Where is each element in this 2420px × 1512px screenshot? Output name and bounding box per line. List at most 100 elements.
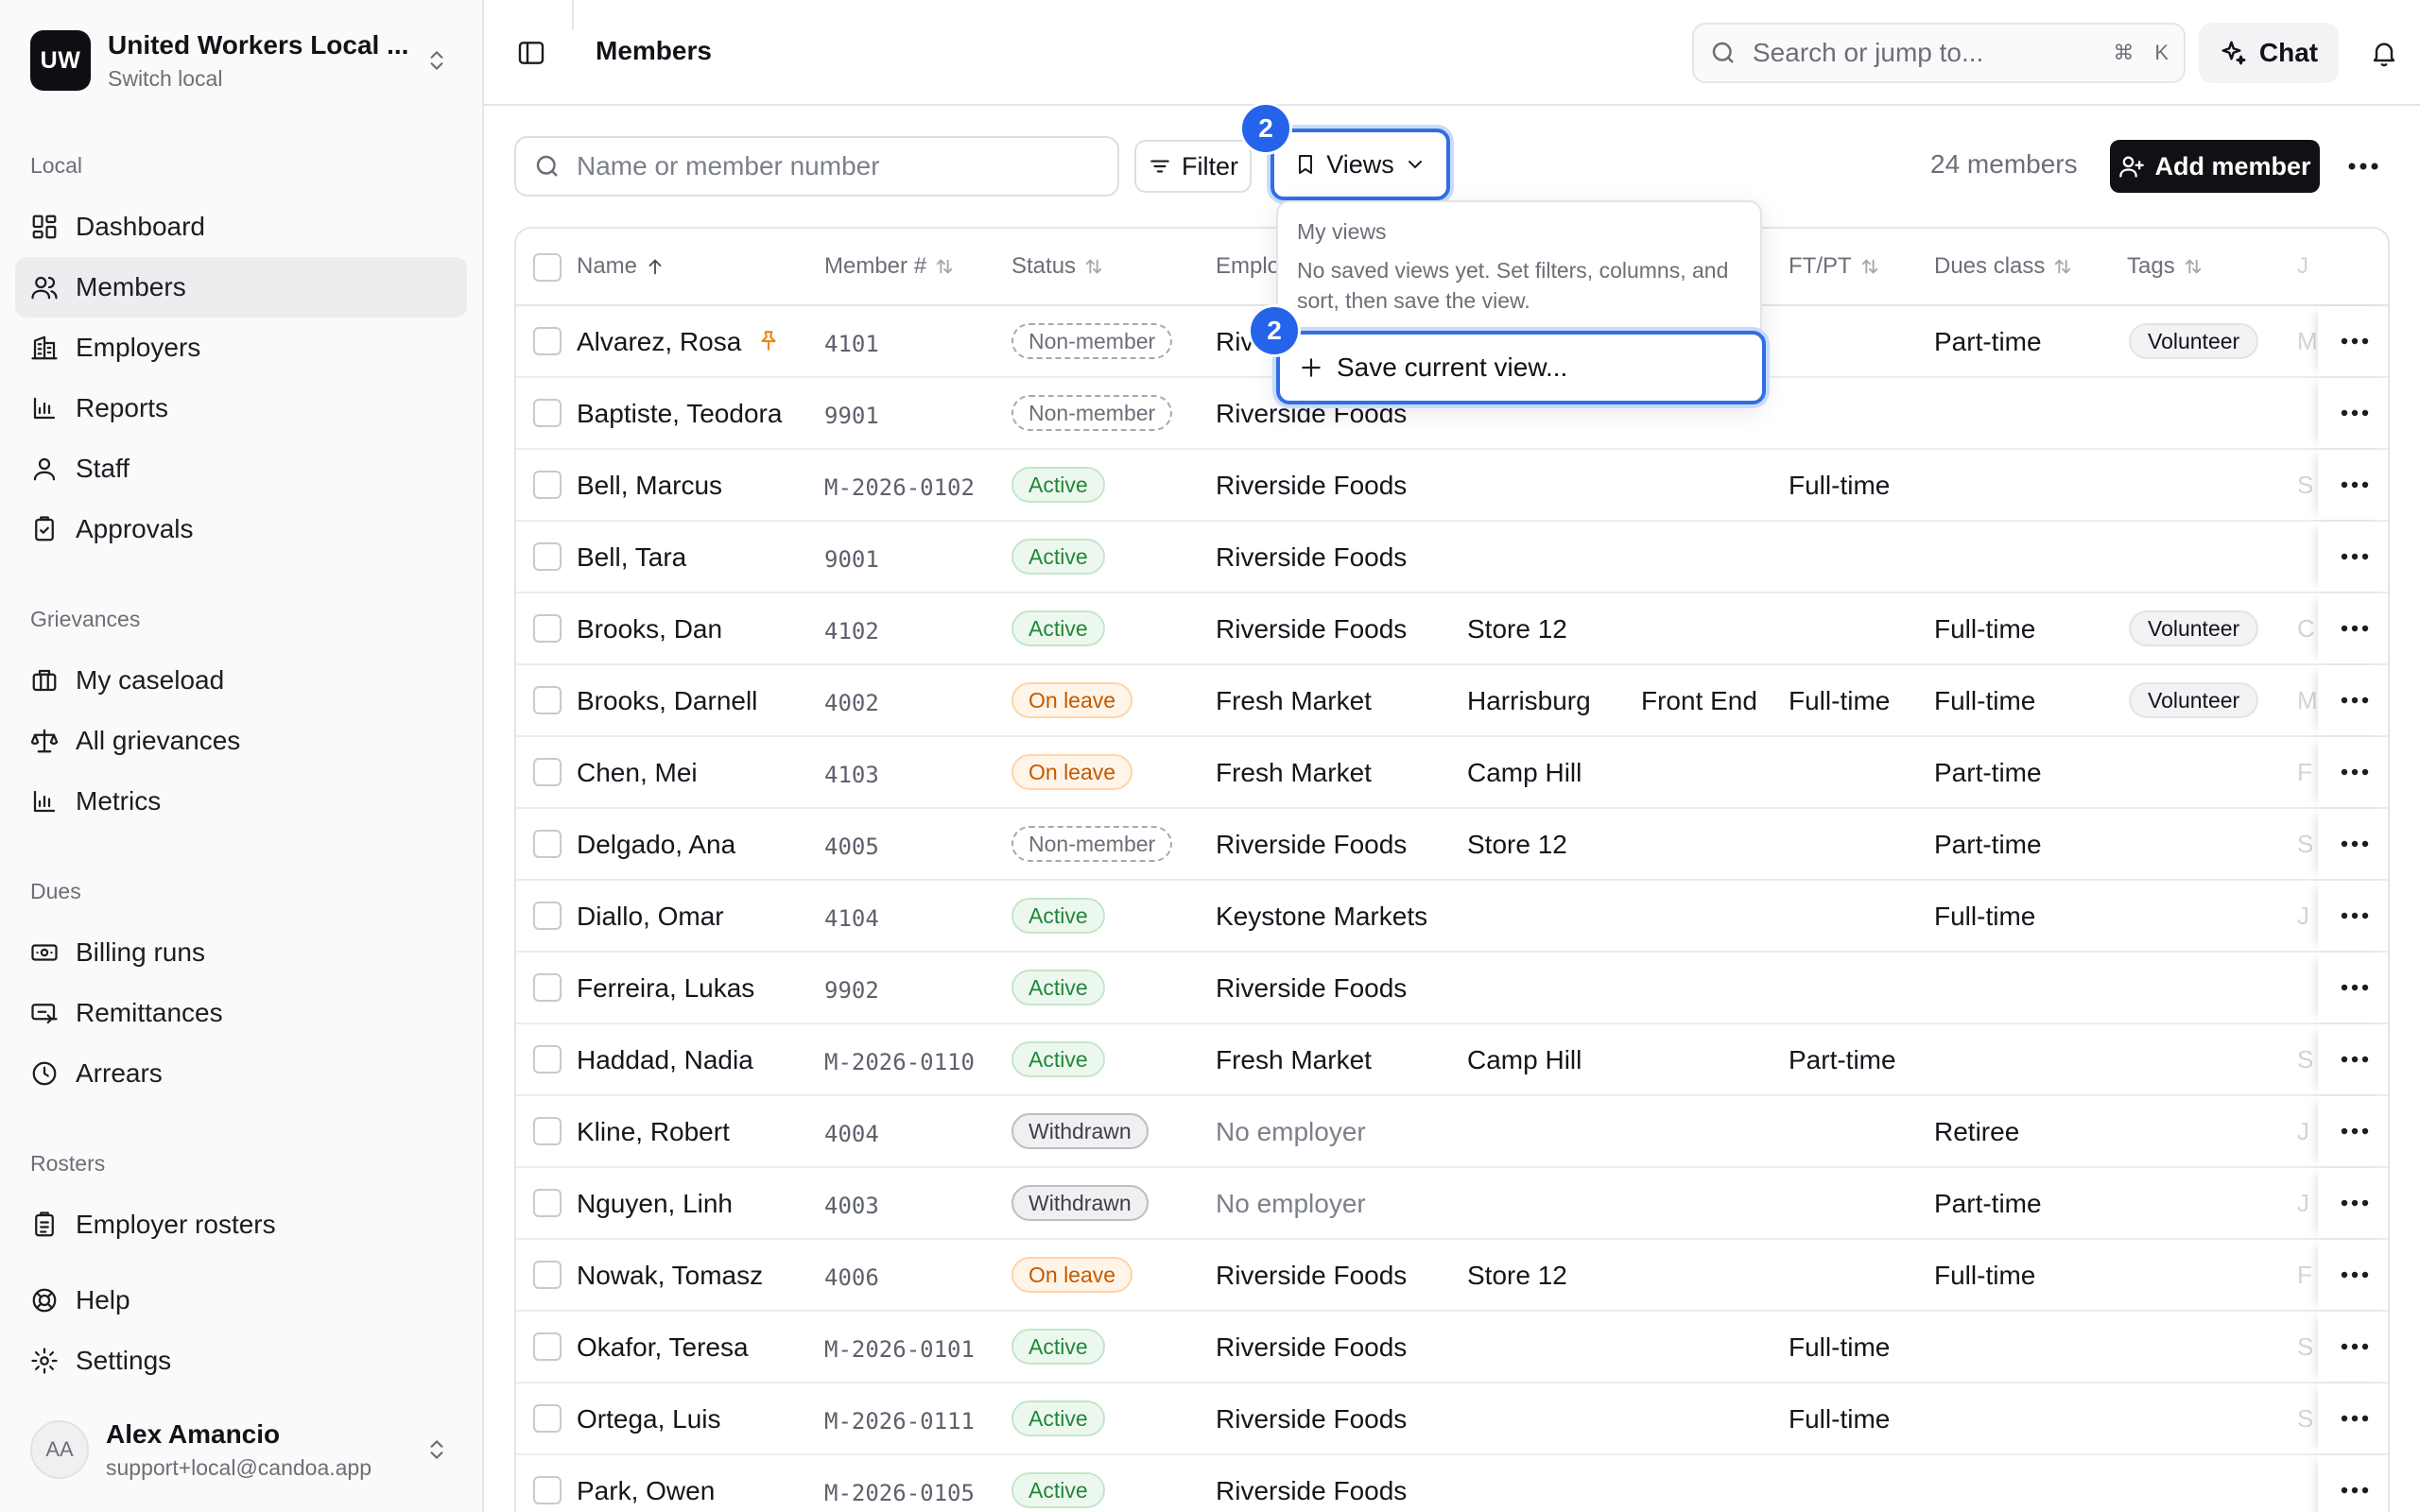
table-row[interactable]: Delgado, Ana 4005 Non-member Riverside Food… — [516, 809, 2388, 881]
row-actions-icon[interactable] — [2318, 809, 2388, 879]
user-menu[interactable]: AA Alex Amancio support+local@candoa.app — [30, 1418, 456, 1482]
table-row[interactable]: Ferreira, Lukas 9902 Active Riverside Foods — [516, 953, 2388, 1024]
chevron-up-down-icon[interactable] — [418, 42, 456, 79]
member-name[interactable]: Brooks, Darnell — [577, 686, 757, 716]
sidebar-item-settings[interactable]: Settings — [15, 1331, 467, 1391]
row-checkbox[interactable] — [533, 471, 562, 499]
sidebar-toggle-icon[interactable] — [512, 34, 550, 72]
row-actions-icon[interactable] — [2318, 306, 2388, 376]
chat-button[interactable]: Chat — [2199, 23, 2339, 83]
row-checkbox[interactable] — [533, 327, 562, 355]
member-name[interactable]: Ortega, Luis — [577, 1404, 721, 1435]
bell-icon[interactable] — [2365, 34, 2403, 72]
row-checkbox[interactable] — [533, 614, 562, 643]
table-row[interactable]: Okafor, Teresa M-2026-0101 Active Riverside… — [516, 1312, 2388, 1383]
member-name[interactable]: Park, Owen — [577, 1476, 715, 1506]
member-name[interactable]: Alvarez, Rosa — [577, 327, 741, 357]
sidebar-item-dashboard[interactable]: Dashboard — [15, 197, 467, 257]
member-name[interactable]: Diallo, Omar — [577, 902, 724, 932]
member-name[interactable]: Brooks, Dan — [577, 614, 722, 644]
member-name[interactable]: Nowak, Tomasz — [577, 1261, 763, 1291]
global-search-input[interactable]: Search or jump to... ⌘ K — [1692, 23, 2186, 83]
select-all-checkbox[interactable] — [533, 253, 562, 282]
member-name[interactable]: Baptiste, Teodora — [577, 399, 782, 429]
row-actions-icon[interactable] — [2318, 881, 2388, 951]
more-options-icon[interactable] — [2344, 147, 2382, 185]
row-checkbox[interactable] — [533, 758, 562, 786]
table-row[interactable]: Bell, Marcus M-2026-0102 Active Riverside F… — [516, 450, 2388, 522]
table-row[interactable]: Brooks, Dan 4102 Active Riverside Foods Stor… — [516, 593, 2388, 665]
column-header-status[interactable]: Status — [1011, 253, 1104, 280]
column-header-employer[interactable]: Emplo — [1216, 253, 1280, 280]
sidebar-item-billing-runs[interactable]: Billing runs — [15, 922, 467, 983]
row-checkbox[interactable] — [533, 1332, 562, 1361]
row-actions-icon[interactable] — [2318, 1240, 2388, 1310]
add-member-button[interactable]: Add member — [2110, 140, 2320, 193]
row-actions-icon[interactable] — [2318, 522, 2388, 592]
sidebar-item-arrears[interactable]: Arrears — [15, 1043, 467, 1104]
table-row[interactable]: Nguyen, Linh 4003 Withdrawn No employer Part… — [516, 1168, 2388, 1240]
sidebar-item-employer-rosters[interactable]: Employer rosters — [15, 1194, 467, 1255]
row-actions-icon[interactable] — [2318, 450, 2388, 520]
row-actions-icon[interactable] — [2318, 1455, 2388, 1512]
member-name[interactable]: Okafor, Teresa — [577, 1332, 749, 1363]
sidebar-item-reports[interactable]: Reports — [15, 378, 467, 438]
sidebar-item-employers[interactable]: Employers — [15, 318, 467, 378]
column-header-dues-class[interactable]: Dues class — [1934, 253, 2073, 280]
member-search-input[interactable]: Name or member number — [514, 136, 1119, 197]
row-checkbox[interactable] — [533, 902, 562, 930]
save-current-view-button[interactable]: Save current view... — [1276, 331, 1766, 404]
member-name[interactable]: Nguyen, Linh — [577, 1189, 733, 1219]
row-actions-icon[interactable] — [2318, 1168, 2388, 1238]
table-row[interactable]: Chen, Mei 4103 On leave Fresh Market Camp Hi… — [516, 737, 2388, 809]
table-row[interactable]: Ortega, Luis M-2026-0111 Active Riverside F… — [516, 1383, 2388, 1455]
row-checkbox[interactable] — [533, 1476, 562, 1504]
table-row[interactable]: Bell, Tara 9001 Active Riverside Foods — [516, 522, 2388, 593]
row-checkbox[interactable] — [533, 1045, 562, 1074]
views-button[interactable]: Views — [1270, 129, 1450, 200]
row-checkbox[interactable] — [533, 686, 562, 714]
row-checkbox[interactable] — [533, 1404, 562, 1433]
sidebar-item-my-caseload[interactable]: My caseload — [15, 650, 467, 711]
org-switcher[interactable]: UW United Workers Local ... Switch local — [30, 28, 456, 93]
row-actions-icon[interactable] — [2318, 953, 2388, 1022]
sidebar-item-all-grievances[interactable]: All grievances — [15, 711, 467, 771]
row-checkbox[interactable] — [533, 830, 562, 858]
row-checkbox[interactable] — [533, 973, 562, 1002]
filter-button[interactable]: Filter — [1134, 140, 1252, 193]
table-row[interactable]: Kline, Robert 4004 Withdrawn No employer Ret… — [516, 1096, 2388, 1168]
member-name[interactable]: Delgado, Ana — [577, 830, 735, 860]
row-checkbox[interactable] — [533, 399, 562, 427]
row-checkbox[interactable] — [533, 542, 562, 571]
table-row[interactable]: Haddad, Nadia M-2026-0110 Active Fresh Mark… — [516, 1024, 2388, 1096]
row-actions-icon[interactable] — [2318, 737, 2388, 807]
column-header-ftpt[interactable]: FT/PT — [1789, 253, 1880, 280]
table-row[interactable]: Brooks, Darnell 4002 On leave Fresh Market H… — [516, 665, 2388, 737]
member-name[interactable]: Bell, Tara — [577, 542, 686, 573]
row-checkbox[interactable] — [533, 1189, 562, 1217]
member-name[interactable]: Chen, Mei — [577, 758, 698, 788]
sidebar-item-metrics[interactable]: Metrics — [15, 771, 467, 832]
row-checkbox[interactable] — [533, 1261, 562, 1289]
table-row[interactable]: Diallo, Omar 4104 Active Keystone Markets Fu… — [516, 881, 2388, 953]
member-name[interactable]: Ferreira, Lukas — [577, 973, 754, 1004]
sidebar-item-approvals[interactable]: Approvals — [15, 499, 467, 559]
pin-icon[interactable] — [756, 327, 781, 355]
row-actions-icon[interactable] — [2318, 1024, 2388, 1094]
chevron-up-down-icon[interactable] — [418, 1431, 456, 1469]
member-name[interactable]: Kline, Robert — [577, 1117, 730, 1147]
row-actions-icon[interactable] — [2318, 1096, 2388, 1166]
column-header-name[interactable]: Name — [577, 253, 666, 280]
column-header-member-number[interactable]: Member # — [824, 253, 955, 280]
row-actions-icon[interactable] — [2318, 593, 2388, 663]
row-checkbox[interactable] — [533, 1117, 562, 1145]
row-actions-icon[interactable] — [2318, 378, 2388, 448]
row-actions-icon[interactable] — [2318, 1383, 2388, 1453]
table-row[interactable]: Nowak, Tomasz 4006 On leave Riverside Foods… — [516, 1240, 2388, 1312]
member-name[interactable]: Haddad, Nadia — [577, 1045, 753, 1075]
column-header-tags[interactable]: Tags — [2127, 253, 2204, 280]
sidebar-item-members[interactable]: Members — [15, 257, 467, 318]
row-actions-icon[interactable] — [2318, 1312, 2388, 1382]
table-row[interactable]: Park, Owen M-2026-0105 Active Riverside Foo… — [516, 1455, 2388, 1512]
row-actions-icon[interactable] — [2318, 665, 2388, 735]
